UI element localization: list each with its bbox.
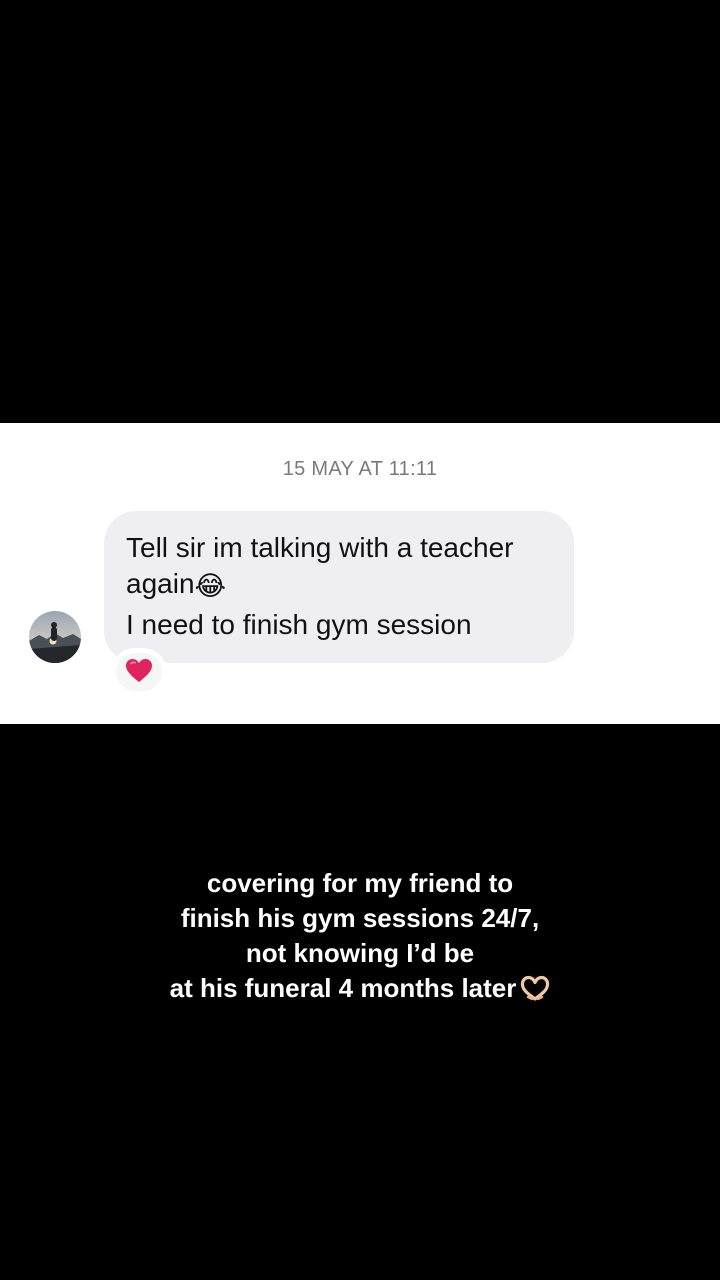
caption-line-1: covering for my friend to	[206, 868, 514, 898]
profile-photo-icon	[29, 611, 81, 663]
caption-line-2: finish his gym sessions 24/7,	[180, 903, 540, 933]
message-line-3: I need to finish gym session	[126, 609, 472, 640]
caption-line-4: at his funeral 4 months later	[169, 973, 517, 1003]
message-line-2: again😂	[126, 567, 226, 604]
message-line-2-text: again	[126, 568, 195, 599]
caption-line-4-wrap: at his funeral 4 months later	[0, 971, 720, 1010]
red-heart-icon	[126, 659, 152, 682]
heart-hands-icon	[520, 975, 550, 1010]
message-bubble[interactable]: Tell sir im talking with a teacher again…	[104, 511, 574, 663]
video-caption: covering for my friend to finish his gym…	[0, 866, 720, 1010]
heart-reaction[interactable]	[114, 651, 164, 693]
avatar[interactable]	[29, 611, 81, 663]
tears-of-joy-emoji-icon: 😂	[194, 571, 227, 602]
caption-line-3: not knowing I’d be	[245, 938, 475, 968]
message-line-1: Tell sir im talking with a teacher	[126, 532, 514, 563]
chat-screenshot-panel: 15 MAY AT 11:11 Tell sir im talking with…	[0, 423, 720, 724]
message-timestamp: 15 MAY AT 11:11	[282, 458, 438, 480]
